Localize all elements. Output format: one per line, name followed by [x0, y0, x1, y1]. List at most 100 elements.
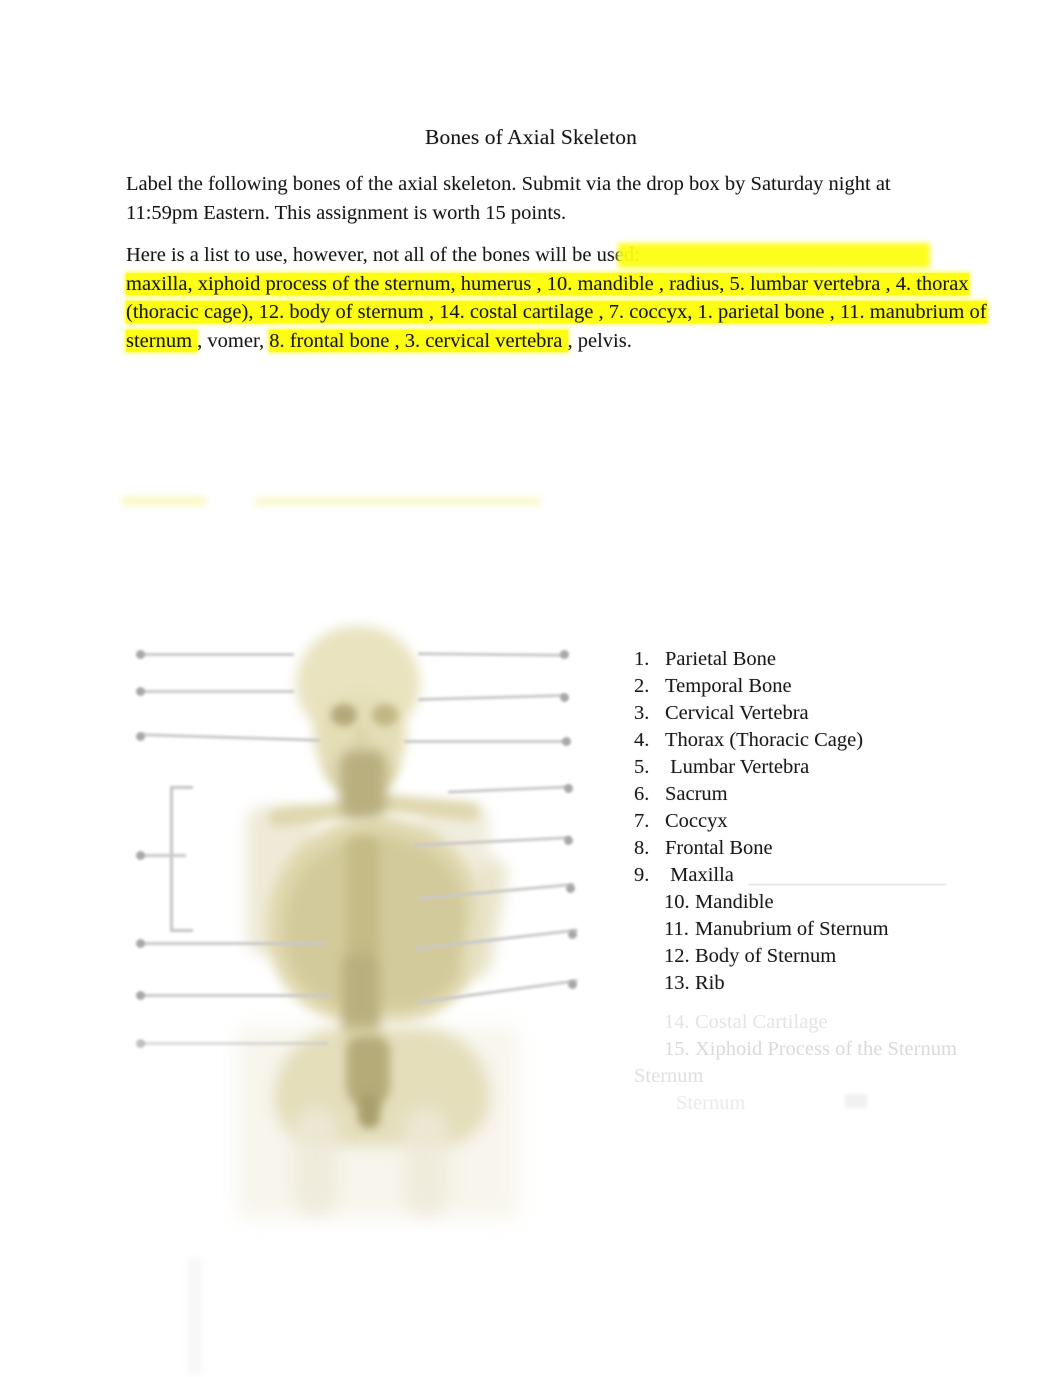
leader-line-left-5 [142, 994, 330, 997]
leader-line-left-4 [142, 942, 326, 945]
list-item: 10. Mandible [664, 889, 964, 916]
list-item-number: 14. [664, 1011, 690, 1033]
orbit-left-shape [331, 704, 357, 726]
list-item-label: Coccyx [665, 810, 728, 832]
list-item: 13. Rib [664, 970, 964, 997]
bottom-ghost-artifact [188, 1258, 202, 1374]
list-item-number: 3. [634, 702, 650, 724]
list-item-label: Lumbar Vertebra [665, 756, 810, 778]
list-item-label: Sacrum [665, 783, 728, 805]
list-item: 2. Temporal Bone [634, 673, 964, 700]
word-bank-line-2: (thoracic cage), 12. body of sternum , 1… [126, 298, 987, 327]
word-bank-line-1: maxilla, xiphoid process of the sternum,… [126, 270, 969, 299]
word-bank-line-3-seg-d: , pelvis. [567, 329, 632, 352]
intro-paragraph: Label the following bones of the axial s… [126, 173, 891, 224]
leader-line-left-bracket [142, 854, 186, 857]
list-item-number: 11. [664, 918, 689, 940]
leader-line-left-3 [141, 733, 321, 742]
list-item: 3. Cervical Vertebra [634, 700, 964, 727]
list-item: 6. Sacrum [634, 781, 964, 808]
leader-dot-right-6 [566, 884, 575, 893]
list-item-label: Manubrium of Sternum [695, 918, 889, 940]
highlight-tail-mark [618, 243, 930, 268]
orbit-right-shape [372, 704, 398, 726]
leader-dot-right-5 [564, 836, 573, 845]
word-bank-line-3-seg-a: sternum [126, 329, 198, 352]
list-item-continuation-label: Sternum [634, 1065, 704, 1087]
word-bank-line-3-seg-c: 8. frontal bone , 3. cervical vertebra [269, 329, 568, 352]
list-item: 7. Coccyx [634, 808, 964, 835]
list-item-label: Mandible [695, 891, 774, 913]
list-item-number: 4. [634, 729, 650, 751]
list-item: 8. Frontal Bone [634, 835, 964, 862]
list-item: 15. Xiphoid Process of the Sternum [664, 1036, 964, 1063]
leader-dot-right-2 [560, 693, 569, 702]
list-item-label: Parietal Bone [665, 648, 777, 670]
list-item-number: 10. [664, 891, 690, 913]
word-bank-line-3: sternum , vomer, 8. frontal bone , 3. ce… [126, 327, 941, 356]
coccyx-shape [358, 1094, 380, 1128]
list-item-label: Body of Sternum [695, 945, 837, 967]
list-item-number: 6. [634, 783, 650, 805]
document-page: Bones of Axial Skeleton Label the follow… [0, 0, 1062, 1377]
list-item-number: 12. [664, 945, 690, 967]
leader-dot-left-bracket [136, 851, 145, 860]
list-item-label: Cervical Vertebra [665, 702, 809, 724]
hairline-artifact-1 [748, 884, 946, 885]
hairline-artifact-2 [845, 1094, 867, 1108]
leader-dot-right-4 [564, 784, 573, 793]
answer-list: 1. Parietal Bone 2. Temporal Bone 3. Cer… [634, 646, 964, 1117]
list-item-number: 8. [634, 837, 650, 859]
leader-line-right-2 [417, 693, 565, 702]
femur-left-shape [294, 1108, 338, 1216]
leader-line-right-4 [447, 785, 571, 794]
list-item: 1. Parietal Bone [634, 646, 964, 673]
leader-dot-right-7 [568, 930, 577, 939]
word-bank-line-3-seg-b: , vomer, [197, 329, 270, 352]
leader-line-left-1 [142, 653, 294, 656]
cervical-vertebrae-shape [340, 750, 386, 818]
list-item-label: Frontal Bone [665, 837, 773, 859]
leader-dot-right-1 [560, 650, 569, 659]
leader-dot-left-3 [136, 732, 145, 741]
list-item-continuation: Sternum [634, 1063, 964, 1090]
list-item-number: 7. [634, 810, 650, 832]
leader-line-right-1 [417, 652, 565, 657]
leader-dot-left-2 [136, 687, 145, 696]
list-item-number: 5. [634, 756, 650, 778]
residual-highlight-mark-left [122, 497, 206, 505]
skeleton-illustration [118, 608, 618, 1218]
leader-dot-left-6 [136, 1039, 145, 1048]
list-item-label: Xiphoid Process of the Sternum [695, 1038, 957, 1060]
list-item-label: Costal Cartilage [695, 1011, 828, 1033]
list-item: 12. Body of Sternum [664, 943, 964, 970]
leader-dot-left-4 [136, 939, 145, 948]
list-item: 14. Costal Cartilage [664, 1009, 964, 1036]
leader-line-right-3 [404, 740, 568, 743]
leader-dot-left-5 [136, 991, 145, 1000]
sternum-shape [346, 836, 380, 958]
list-item-number: 13. [664, 972, 690, 994]
leader-dot-left-1 [136, 650, 145, 659]
word-bank-line-1-text: maxilla, xiphoid process of the sternum,… [126, 272, 969, 295]
list-item-label: Rib [695, 972, 725, 994]
leader-dot-right-8 [568, 980, 577, 989]
word-bank-intro-text: Here is a list to use, however, not all … [126, 244, 640, 266]
list-item-number: 15. [664, 1038, 690, 1060]
list-item-label: Temporal Bone [665, 675, 792, 697]
leader-line-left-6 [142, 1042, 328, 1045]
nasal-cavity-shape [353, 726, 369, 752]
list-item-continuation-label: Sternum [676, 1092, 746, 1114]
list-item-label: Maxilla [665, 864, 734, 886]
page-title: Bones of Axial Skeleton [425, 125, 637, 149]
residual-highlight-mark-right [255, 498, 541, 505]
list-item: 11. Manubrium of Sternum [664, 916, 964, 943]
list-item-number: 2. [634, 675, 650, 697]
list-item-label: Thorax (Thoracic Cage) [665, 729, 864, 751]
thorax-bracket [170, 786, 193, 932]
leader-line-left-2 [142, 690, 294, 693]
list-item-number: 1. [634, 648, 650, 670]
list-item: 4. Thorax (Thoracic Cage) [634, 727, 964, 754]
list-item-number: 9. [634, 864, 650, 886]
